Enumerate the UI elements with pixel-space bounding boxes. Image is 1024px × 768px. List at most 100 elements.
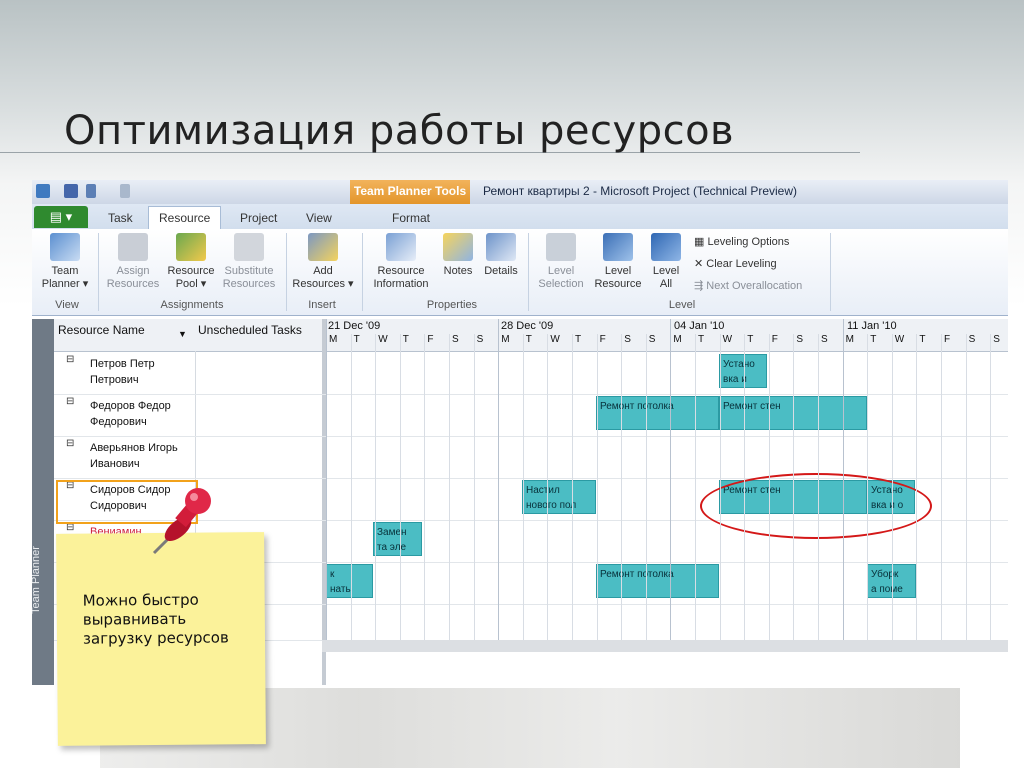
day-header: T (402, 334, 409, 345)
day-gridline (621, 334, 623, 640)
day-header: S (476, 334, 484, 345)
level-selection-button[interactable]: Level Selection (532, 233, 590, 291)
task-bar[interactable]: к наты (326, 564, 373, 598)
sticky-note: Можно быстро выравнивать загрузку ресурс… (56, 532, 266, 746)
add-resources-button[interactable]: Add Resources ▾ (288, 233, 358, 291)
task-bar[interactable]: Ремонт потолка (596, 564, 719, 598)
next-overallocation-button[interactable]: ⇶ Next Overallocation (694, 279, 802, 292)
day-gridline (916, 334, 918, 640)
day-header: F (599, 334, 606, 345)
day-header: T (575, 334, 582, 345)
week-header: 11 Jan '10 (847, 320, 897, 332)
clear-leveling-button[interactable]: ✕ Clear Leveling (694, 257, 777, 270)
notes-button[interactable]: Notes (438, 233, 478, 278)
level-resource-icon (603, 233, 633, 261)
day-gridline (818, 334, 819, 640)
horizontal-scrollbar[interactable] (322, 640, 1008, 652)
day-header: M (845, 334, 854, 345)
collapse-icon[interactable]: ⊟ (66, 396, 74, 407)
day-header: S (624, 334, 631, 345)
day-header: T (353, 334, 360, 345)
day-gridline (744, 334, 746, 640)
day-gridline (719, 334, 721, 640)
tab-view[interactable]: View (296, 208, 342, 228)
information-card-icon (386, 233, 416, 261)
sort-arrow-icon[interactable]: ▼ (178, 329, 187, 339)
day-gridline (867, 334, 869, 640)
file-button[interactable]: ▤ ▾ (34, 206, 88, 228)
resource-pool-button[interactable]: Resource Pool ▾ (164, 233, 218, 291)
day-gridline (326, 319, 327, 640)
day-gridline (350, 334, 352, 640)
team-planner-button[interactable]: Team Planner ▾ (36, 233, 94, 291)
resource-name: Федоров Федор Федорович (90, 400, 171, 428)
ribbon-separator (830, 233, 831, 311)
day-header: M (329, 334, 338, 345)
pushpin-icon (152, 488, 211, 555)
title-bar: Team Planner Tools Ремонт квартиры 2 - M… (32, 180, 1008, 204)
task-bar[interactable]: Устано вка и (719, 354, 767, 388)
collapse-icon[interactable]: ⊟ (66, 438, 74, 449)
tab-task[interactable]: Task (98, 208, 143, 228)
ribbon-separator (286, 233, 287, 311)
collapse-icon[interactable]: ⊟ (66, 354, 74, 365)
redo-icon[interactable] (120, 184, 130, 198)
resource-pool-icon (176, 233, 206, 261)
day-header: W (550, 334, 560, 345)
ribbon-tab-row: ▤ ▾ Task Resource Project View Format (32, 204, 1008, 230)
undo-icon[interactable] (86, 184, 96, 198)
task-bar[interactable]: Замен та эле (373, 522, 422, 556)
day-gridline (572, 334, 573, 640)
day-header: W (894, 334, 905, 345)
save-icon[interactable] (64, 184, 78, 198)
leveling-options-icon: ▦ (694, 236, 708, 248)
day-gridline (990, 334, 992, 640)
day-header: S (993, 334, 1000, 345)
app-icon (36, 184, 50, 198)
task-bar[interactable]: Ремонт потолка (596, 396, 719, 430)
level-all-button[interactable]: Level All (646, 233, 686, 291)
day-gridline (941, 334, 942, 640)
day-gridline (473, 334, 475, 640)
day-header: T (870, 334, 877, 345)
clear-leveling-icon: ✕ (694, 258, 707, 270)
day-gridline (670, 319, 672, 640)
tab-format[interactable]: Format (382, 208, 440, 228)
group-label-properties: Properties (426, 299, 478, 311)
assign-resources-button[interactable]: Assign Resources (102, 233, 164, 291)
day-header: S (968, 334, 976, 345)
group-label-view: View (55, 299, 79, 311)
column-header-unscheduled-tasks[interactable]: Unscheduled Tasks (198, 323, 302, 337)
people-icon (118, 233, 148, 261)
team-planner-icon (50, 233, 80, 261)
level-selection-icon (546, 233, 576, 261)
table-row[interactable]: ⊟ Аверьянов Игорь Иванович (54, 436, 1008, 479)
day-header: W (378, 334, 388, 345)
resource-information-button[interactable]: Resource Information (366, 233, 436, 291)
table-row[interactable]: ⊟ Петров Петр Петрович (54, 352, 1008, 395)
level-resource-button[interactable]: Level Resource (590, 233, 646, 291)
substitute-resources-button[interactable]: Substitute Resources (218, 233, 280, 291)
ribbon-separator (528, 233, 529, 311)
week-header: 21 Dec '09 (328, 320, 381, 332)
day-header: T (919, 334, 926, 345)
day-header: M (673, 334, 682, 345)
day-gridline (645, 334, 647, 640)
day-gridline (596, 334, 598, 640)
day-header: S (796, 334, 804, 345)
day-gridline (842, 319, 844, 640)
details-button[interactable]: Details (480, 233, 522, 278)
next-overallocation-icon: ⇶ (694, 280, 707, 292)
week-header: 28 Dec '09 (501, 320, 554, 332)
group-label-level: Level (668, 299, 696, 311)
task-bar[interactable]: Настил нового пол (522, 480, 596, 514)
ribbon: Team Planner ▾ Assign Resources Resource… (32, 229, 1008, 316)
tab-resource[interactable]: Resource (148, 206, 222, 229)
day-gridline (522, 334, 524, 640)
day-header: S (821, 334, 828, 345)
tab-project[interactable]: Project (230, 208, 287, 228)
column-header-resource-name[interactable]: Resource Name (58, 323, 145, 337)
leveling-options-button[interactable]: ▦ Leveling Options (694, 235, 789, 248)
day-gridline (768, 334, 770, 640)
day-gridline (695, 334, 696, 640)
